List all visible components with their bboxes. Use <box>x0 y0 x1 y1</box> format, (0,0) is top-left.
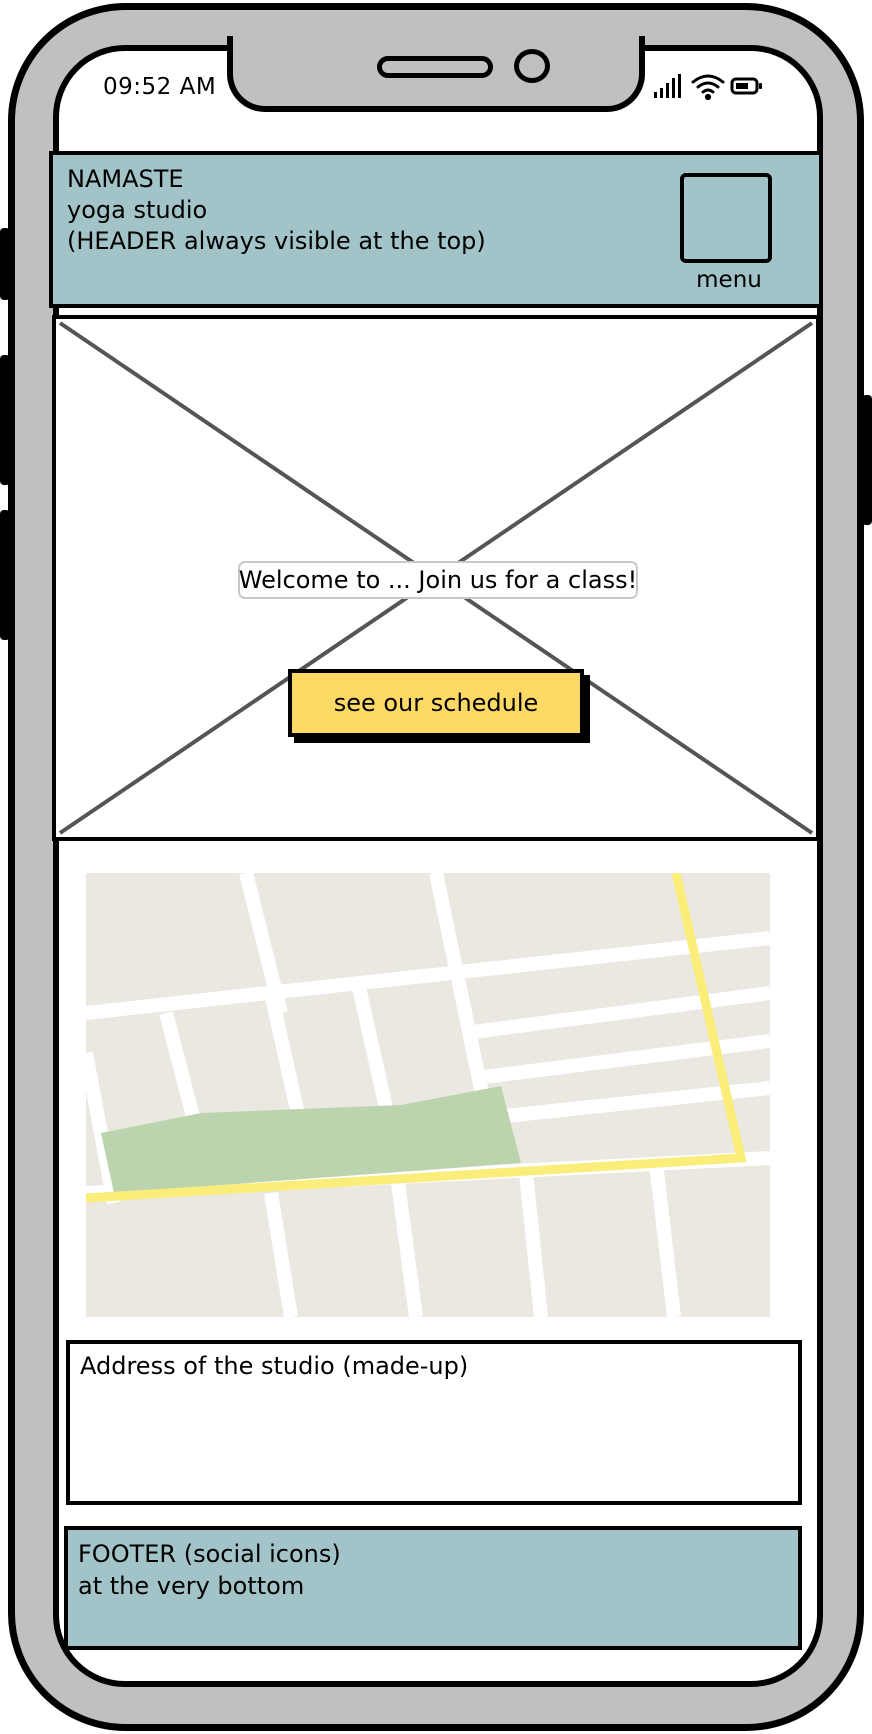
welcome-message: Welcome to ... Join us for a class! <box>238 561 638 599</box>
status-time: 09:52 AM <box>103 74 217 100</box>
header-brand: NAMASTE <box>67 165 184 193</box>
header-note: (HEADER always visible at the top) <box>67 227 486 255</box>
address-box: Address of the studio (made-up) <box>66 1340 802 1505</box>
header-tagline: yoga studio <box>67 196 208 224</box>
cellular-signal-icon <box>654 74 681 98</box>
speaker-grille <box>377 56 493 78</box>
see-schedule-button[interactable]: see our schedule <box>288 669 584 737</box>
footer-note: at the very bottom <box>78 1572 305 1600</box>
menu-icon[interactable] <box>680 173 772 263</box>
battery-icon <box>730 77 762 95</box>
menu-label[interactable]: menu <box>693 267 765 293</box>
footer-title: FOOTER (social icons) <box>78 1540 341 1568</box>
site-header: NAMASTE yoga studio (HEADER always visib… <box>49 151 823 308</box>
map-image[interactable] <box>86 873 770 1317</box>
side-button-volume-down <box>0 510 10 640</box>
hero-image-placeholder: Welcome to ... Join us for a class! see … <box>52 315 820 841</box>
status-icons <box>654 74 762 100</box>
front-camera <box>514 49 550 83</box>
side-button-mute <box>0 228 10 300</box>
site-footer: FOOTER (social icons) at the very bottom <box>64 1526 802 1650</box>
wifi-icon <box>691 74 725 100</box>
side-button-power <box>862 395 872 525</box>
address-text: Address of the studio (made-up) <box>80 1352 469 1380</box>
side-button-volume-up <box>0 355 10 485</box>
